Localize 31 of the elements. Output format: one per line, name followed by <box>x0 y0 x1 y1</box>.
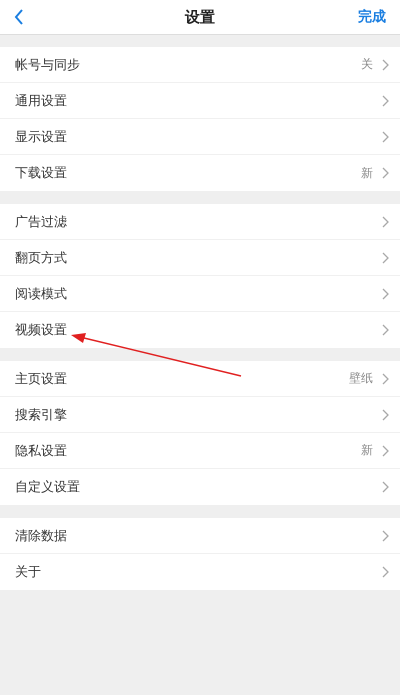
settings-item[interactable]: 下载设置 新 <box>0 155 400 191</box>
chevron-icon <box>382 216 389 228</box>
chevron-icon <box>382 94 389 106</box>
chevron-icon <box>382 252 389 264</box>
settings-item[interactable]: 清除数据 <box>0 518 400 554</box>
done-button[interactable]: 完成 <box>356 6 388 28</box>
settings-item[interactable]: 通用设置 <box>0 83 400 119</box>
chevron-icon <box>382 530 389 542</box>
settings-item[interactable]: 广告过滤 <box>0 204 400 240</box>
chevron-icon <box>382 444 389 456</box>
chevron-icon <box>382 130 389 142</box>
settings-item[interactable]: 主页设置 壁纸 <box>0 361 400 397</box>
chevron-icon <box>382 324 389 336</box>
chevron-icon <box>382 167 389 179</box>
settings-item[interactable]: 显示设置 <box>0 119 400 155</box>
settings-item[interactable]: 隐私设置 新 <box>0 433 400 469</box>
settings-item[interactable]: 搜索引擎 <box>0 397 400 433</box>
chevron-icon <box>382 408 389 420</box>
settings-item[interactable]: 自定义设置 <box>0 469 400 505</box>
settings-item[interactable]: 阅读模式 <box>0 276 400 312</box>
chevron-icon <box>382 566 389 578</box>
back-icon[interactable] <box>14 9 24 25</box>
chevron-icon <box>382 481 389 493</box>
chevron-icon <box>382 288 389 300</box>
settings-item[interactable]: 帐号与同步 关 <box>0 47 400 83</box>
page-title: 设置 <box>185 8 215 26</box>
settings-item[interactable]: 视频设置 <box>0 312 400 348</box>
settings-item[interactable]: 关于 <box>0 554 400 590</box>
chevron-icon <box>382 58 389 70</box>
settings-item[interactable]: 翻页方式 <box>0 240 400 276</box>
chevron-icon <box>382 372 389 384</box>
